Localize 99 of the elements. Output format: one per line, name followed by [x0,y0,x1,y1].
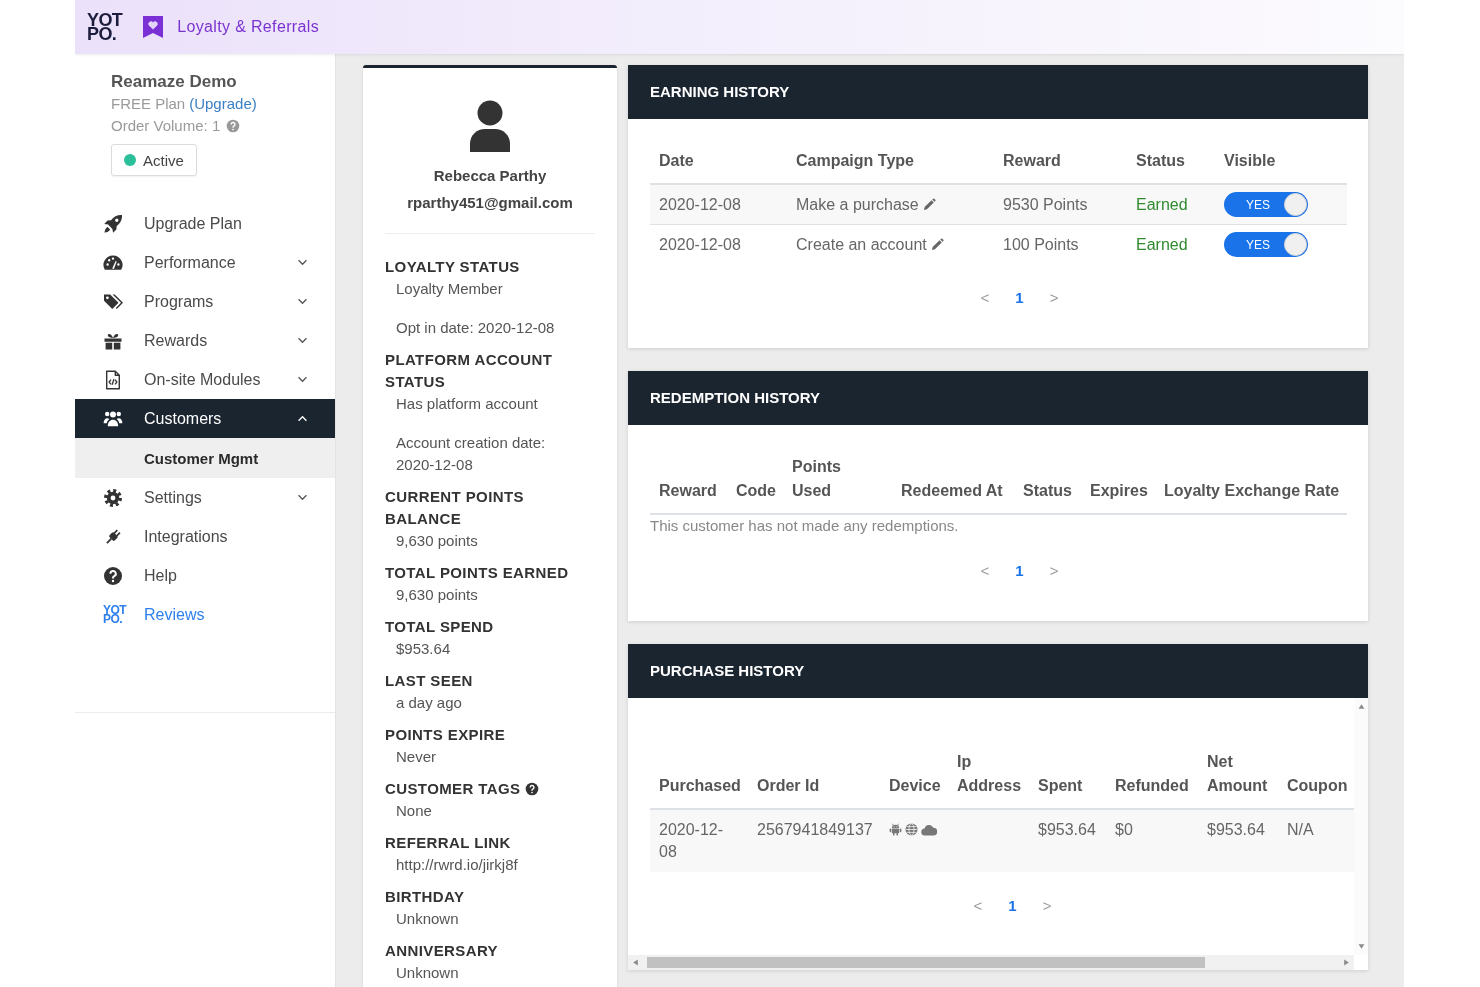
horizontal-scrollbar[interactable] [628,955,1354,970]
robot-icon [889,823,902,836]
pencil-icon[interactable] [930,237,944,251]
chevron-down-icon[interactable] [297,298,308,305]
field-label: PLATFORM ACCOUNT STATUS [385,350,554,392]
table-cell: 2567941849137 [748,809,880,872]
campaign-type: Make a purchase [796,195,919,213]
sidebar-item[interactable]: YOT PO. Reviews [75,595,335,634]
table-cell: 2020-12-08 [650,224,787,264]
column-header[interactable]: Loyalty Exchange Rate [1155,445,1347,514]
code-file-icon [103,369,123,390]
vertical-scrollbar[interactable] [1354,698,1368,955]
table-cell: $953.64 [1198,809,1278,872]
field-value: Unknown [395,963,460,983]
empty-message: This customer has not made any redemptions. [650,516,960,536]
field-value: Loyalty Member [395,279,504,299]
sidebar-item[interactable]: Customers [75,399,335,438]
plan-label: FREE Plan [111,94,186,114]
scrollbar-thumb[interactable] [647,957,1205,968]
column-header[interactable]: Status [1014,445,1081,514]
field-label: REFERRAL LINK [385,833,511,853]
sidebar-item[interactable]: Upgrade Plan [75,204,335,243]
field-label: POINTS EXPIRE [385,725,506,745]
customer-email: rparthy451@gmail.com [406,193,574,213]
sidebar-item[interactable]: Integrations [75,517,335,556]
column-header[interactable]: Points Used [783,445,892,514]
field-value: Has platform account [395,394,539,414]
field-value: Account creation date: 2020-12-08 [395,433,547,475]
chevron-down-icon[interactable] [297,259,308,266]
app-title: Loyalty & Referrals [177,18,320,36]
field-value: Opt in date: 2020-12-08 [395,318,556,338]
globe-icon [905,823,918,836]
field-value: $953.64 [395,639,452,659]
table-cell: $953.64 [1029,809,1106,872]
field-value: Unknown [395,909,460,929]
column-header[interactable]: Code [727,445,783,514]
scroll-down-triangle-icon[interactable] [1357,943,1365,950]
page-link[interactable]: 1 [1015,287,1024,309]
scroll-up-triangle-icon[interactable] [1357,703,1365,710]
visibility-toggle[interactable]: YES [1224,192,1308,217]
section-header: PURCHASE HISTORY [628,644,1368,698]
table-cell: $0 [1106,809,1198,872]
cloud-icon [921,823,937,836]
column-header[interactable]: Reward [650,445,727,514]
field-label: LAST SEEN [385,671,473,691]
section-header: REDEMPTION HISTORY [628,371,1368,425]
field-label: TOTAL POINTS EARNED [385,563,569,583]
pencil-icon[interactable] [922,197,936,211]
table-cell: 2020-12-08 [650,184,787,225]
field-value: Never [395,747,437,767]
sidebar-item[interactable]: Help [75,556,335,595]
page-link[interactable]: 1 [1015,560,1024,582]
help-icon[interactable] [525,782,540,796]
scroll-right-triangle-icon[interactable] [1343,959,1350,966]
table-cell: Earned [1127,184,1215,225]
status-button[interactable]: Active [111,144,197,176]
account-name: Reamaze Demo [111,71,238,93]
chevron-down-icon[interactable] [297,376,308,383]
field-label: CUSTOMER TAGS [385,779,521,799]
field-value: http://rwrd.io/jirkj8f [395,855,519,875]
table-cell: 2020-12-08 [650,809,748,872]
table-cell: Earned [1127,224,1215,264]
customer-name: Rebecca Parthy [432,166,548,186]
page-link[interactable]: 1 [1008,895,1017,917]
chevron-down-icon[interactable] [297,494,308,501]
section-header: EARNING HISTORY [628,65,1368,119]
field-label: TOTAL SPEND [385,617,494,637]
table-cell: 9530 Points [994,184,1127,225]
bookmark-heart-icon [142,15,165,39]
field-value: a day ago [395,693,463,713]
gear-icon [103,487,123,508]
rocket-icon [103,213,123,234]
sidebar-item[interactable]: Performance [75,243,335,282]
field-value: 9,630 points [395,531,479,551]
upgrade-link[interactable]: (Upgrade) [189,93,257,115]
sidebar-item[interactable]: Rewards [75,321,335,360]
user-icon [468,100,512,152]
chevron-down-icon[interactable] [297,337,308,344]
visibility-toggle[interactable]: YES [1224,232,1308,257]
table-cell: N/A [1278,809,1354,872]
table-cell: 100 Points [994,224,1127,264]
sidebar-item[interactable]: Settings [75,478,335,517]
field-label: BIRTHDAY [385,887,465,907]
order-volume: Order Volume: 1 [111,116,221,136]
field-value: 9,630 points [395,585,479,605]
help-icon [103,565,123,586]
sidebar-item[interactable]: On-site Modules [75,360,335,399]
logo: YOT PO. [87,13,123,41]
field-label: ANNIVERSARY [385,941,499,961]
field-label: CURRENT POINTS BALANCE [385,487,525,529]
sidebar-subitem[interactable]: Customer Mgmt [75,438,335,478]
sidebar-item[interactable]: Programs [75,282,335,321]
field-label: LOYALTY STATUS [385,257,520,277]
chevron-up-icon[interactable] [297,415,308,422]
campaign-type: Create an account [796,235,927,253]
column-header[interactable]: Expires [1081,445,1155,514]
scroll-left-triangle-icon[interactable] [632,959,639,966]
field-value: None [395,801,433,821]
column-header[interactable]: Redeemed At [892,445,1014,514]
